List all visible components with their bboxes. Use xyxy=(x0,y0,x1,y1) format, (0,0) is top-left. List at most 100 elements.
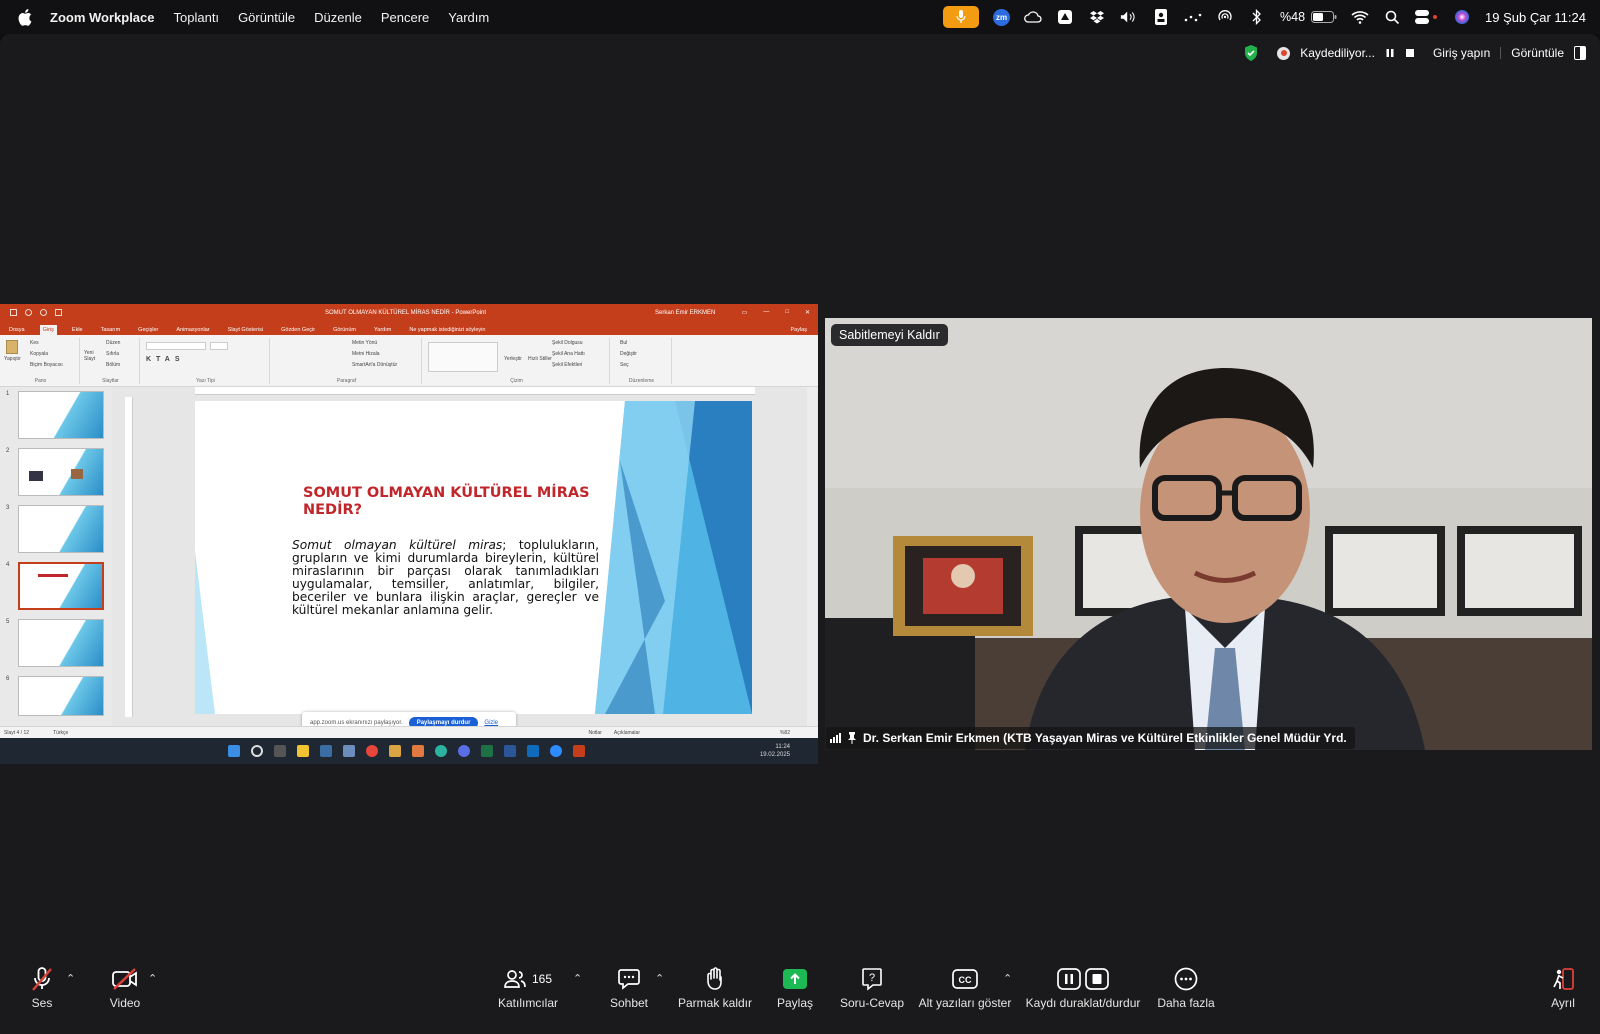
paste-icon[interactable] xyxy=(6,340,18,354)
menu-pencere[interactable]: Pencere xyxy=(381,10,429,25)
firefox-icon[interactable] xyxy=(458,745,470,757)
slide-body-text[interactable]: Somut olmayan kültürel miras; toplulukla… xyxy=(292,539,599,617)
slide-thumbnail-2[interactable] xyxy=(18,448,104,496)
cut-button[interactable]: Kes xyxy=(30,340,39,346)
tab-yardim[interactable]: Yardım xyxy=(371,325,394,335)
chrome-icon[interactable] xyxy=(366,745,378,757)
unpin-video-button[interactable]: Sabitlemeyi Kaldır xyxy=(831,324,948,346)
undo-icon[interactable] xyxy=(25,309,32,316)
layout-button[interactable]: Düzen xyxy=(106,340,120,346)
reset-button[interactable]: Sıfırla xyxy=(106,351,119,357)
tab-tasarim[interactable]: Tasarım xyxy=(98,325,124,335)
tab-giris[interactable]: Giriş xyxy=(39,325,57,335)
drive-icon[interactable] xyxy=(1056,8,1074,26)
taskbar-search-icon[interactable] xyxy=(251,745,263,757)
volume-icon[interactable] xyxy=(1120,8,1138,26)
raise-hand-button[interactable]: Parmak kaldır xyxy=(678,960,752,1034)
tab-dosya[interactable]: Dosya xyxy=(6,325,28,335)
captions-options-caret-icon[interactable]: ⌃ xyxy=(1003,972,1012,985)
minimize-icon[interactable]: — xyxy=(763,309,769,316)
windows-start-icon[interactable] xyxy=(228,745,240,757)
calculator-icon[interactable] xyxy=(343,745,355,757)
word-icon[interactable] xyxy=(504,745,516,757)
shared-screen[interactable]: SOMUT OLMAYAN KÜLTÜREL MİRAS NEDİR - Pow… xyxy=(0,304,818,764)
arrange-button[interactable]: Yerleştir xyxy=(504,356,522,362)
control-center-icon[interactable] xyxy=(1415,8,1439,26)
quick-styles-button[interactable]: Hızlı Stiller xyxy=(528,356,552,362)
ppt-user-name[interactable]: Serkan Emir ERKMEN xyxy=(655,310,715,316)
redo-icon[interactable] xyxy=(40,309,47,316)
tab-animasyonlar[interactable]: Animasyonlar xyxy=(173,325,212,335)
participants-options-caret-icon[interactable]: ⌃ xyxy=(573,972,582,985)
airdrop-icon[interactable] xyxy=(1216,8,1234,26)
video-options-caret-icon[interactable]: ⌃ xyxy=(148,972,157,985)
zoom-menubar-icon[interactable]: zm xyxy=(993,8,1011,26)
battery-icon[interactable] xyxy=(1311,8,1337,26)
mic-active-indicator[interactable] xyxy=(943,6,980,28)
tab-slayt-gosterisi[interactable]: Slayt Gösterisi xyxy=(225,325,266,335)
audio-button[interactable]: Ses xyxy=(22,960,62,1034)
save-icon[interactable] xyxy=(10,309,17,316)
taskbar-app-icon[interactable] xyxy=(320,745,332,757)
shape-effects-button[interactable]: Şekil Efektleri xyxy=(552,362,582,368)
shapes-gallery[interactable] xyxy=(428,342,498,372)
outlook-icon[interactable] xyxy=(527,745,539,757)
bluetooth-icon[interactable] xyxy=(1248,8,1266,26)
task-view-icon[interactable] xyxy=(274,745,286,757)
sign-in-link[interactable]: Giriş yapın xyxy=(1433,46,1490,60)
stop-recording-icon[interactable] xyxy=(1405,48,1415,58)
paste-button[interactable]: Yapıştır xyxy=(4,356,21,362)
language-indicator[interactable]: Türkçe xyxy=(53,730,68,736)
slide-thumbnail-5[interactable] xyxy=(18,619,104,667)
menu-yardim[interactable]: Yardım xyxy=(448,10,489,25)
package-icon[interactable] xyxy=(389,745,401,757)
new-slide-button[interactable]: Yeni Slayt xyxy=(84,350,100,362)
participant-video[interactable] xyxy=(825,318,1592,750)
format-painter-button[interactable]: Biçim Boyacısı xyxy=(30,362,63,368)
participants-button[interactable]: 165 Katılımcılar xyxy=(495,960,561,1034)
paint-icon[interactable] xyxy=(412,745,424,757)
share-screen-button[interactable]: Paylaş xyxy=(775,960,815,1034)
smartart-button[interactable]: SmartArt'a Dönüştür xyxy=(352,362,397,368)
tell-me-search[interactable]: Ne yapmak istediğinizi söyleyin xyxy=(406,325,488,335)
encryption-shield-icon[interactable] xyxy=(1243,44,1259,62)
pause-stop-recording-button[interactable]: Kaydı duraklat/durdur xyxy=(1026,960,1140,1034)
find-button[interactable]: Bul xyxy=(620,340,627,346)
tab-ekle[interactable]: Ekle xyxy=(69,325,86,335)
search-icon[interactable] xyxy=(1383,8,1401,26)
section-button[interactable]: Bölüm xyxy=(106,362,120,368)
slide-thumbnail-6[interactable] xyxy=(18,676,104,716)
menu-toplanti[interactable]: Toplantı xyxy=(174,10,220,25)
slide-thumbnail-3[interactable] xyxy=(18,505,104,553)
maximize-icon[interactable]: □ xyxy=(785,309,789,316)
slide-title[interactable]: SOMUT OLMAYAN KÜLTÜREL MİRAS NEDİR? xyxy=(303,485,603,519)
audio-options-caret-icon[interactable]: ⌃ xyxy=(66,972,75,985)
align-text-button[interactable]: Metni Hizala xyxy=(352,351,380,357)
cloud-icon[interactable] xyxy=(1024,8,1042,26)
slide-thumbnail-1[interactable] xyxy=(18,391,104,439)
edge-icon[interactable] xyxy=(435,745,447,757)
tab-gozden-gecir[interactable]: Gözden Geçir xyxy=(278,325,318,335)
chat-button[interactable]: Sohbet xyxy=(607,960,651,1034)
siri-icon[interactable] xyxy=(1453,8,1471,26)
view-layout-icon[interactable] xyxy=(1574,46,1586,60)
slide-canvas[interactable]: SOMUT OLMAYAN KÜLTÜREL MİRAS NEDİR? Somu… xyxy=(195,401,752,714)
dots-activity-icon[interactable] xyxy=(1184,8,1202,26)
menu-duzenle[interactable]: Düzenle xyxy=(314,10,362,25)
tab-gecisler[interactable]: Geçişler xyxy=(135,325,161,335)
shape-outline-button[interactable]: Şekil Ana Hattı xyxy=(552,351,585,357)
qa-button[interactable]: ? Soru-Cevap xyxy=(837,960,907,1034)
font-name-dropdown[interactable] xyxy=(146,342,206,350)
dropbox-icon[interactable] xyxy=(1088,8,1106,26)
zoom-level[interactable]: %82 xyxy=(780,730,790,736)
notes-button[interactable]: Notlar xyxy=(589,730,602,736)
menu-goruntule[interactable]: Görüntüle xyxy=(238,10,295,25)
font-style-buttons[interactable]: KTAS xyxy=(146,356,185,363)
slideshow-start-icon[interactable] xyxy=(55,309,62,316)
shape-fill-button[interactable]: Şekil Dolgusu xyxy=(552,340,583,346)
ppt-vertical-scrollbar[interactable] xyxy=(807,387,817,727)
wifi-icon[interactable] xyxy=(1351,8,1369,26)
menu-app-name[interactable]: Zoom Workplace xyxy=(50,10,155,25)
font-size-dropdown[interactable] xyxy=(210,342,228,350)
slide-thumbnails-pane[interactable]: 1 2 3 4 5 6 xyxy=(0,387,112,727)
